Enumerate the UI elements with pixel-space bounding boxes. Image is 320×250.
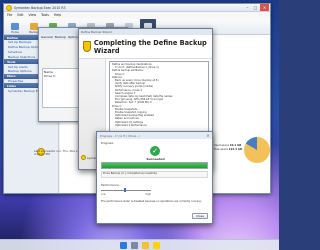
- tab-general[interactable]: General: [41, 35, 53, 39]
- progress-message: Drive Backup (C:) completed successfully…: [101, 171, 208, 178]
- menu-edit[interactable]: Edit: [17, 13, 23, 17]
- wizard-heading: Completing the Define Backup Wizard: [93, 38, 207, 55]
- title-bar: Symantec Backup Exec 2010 R3 – □ ×: [4, 4, 270, 12]
- taskbar: [0, 239, 279, 250]
- progress-status: Succeeded: [146, 157, 165, 161]
- progress-close-icon[interactable]: ×: [205, 133, 211, 138]
- progress-title-bar: Progress - C:\ to E:\ (Drive...) ×: [97, 132, 212, 139]
- space-legend: Used space 40.1 GB Free space 193.3 GB: [214, 144, 242, 151]
- start-icon[interactable]: [119, 241, 127, 249]
- progress-bar-fill: [102, 163, 207, 168]
- performance-slider[interactable]: Low High: [101, 188, 151, 196]
- search-icon[interactable]: [130, 241, 138, 249]
- symantec-logo-icon: [81, 155, 86, 160]
- progress-bar: [101, 162, 208, 169]
- minimize-icon[interactable]: –: [244, 4, 251, 11]
- menu-view[interactable]: View: [29, 13, 37, 17]
- menu-help[interactable]: Help: [54, 13, 61, 17]
- performance-label: Performance:: [101, 183, 120, 187]
- file-explorer-icon[interactable]: [141, 241, 149, 249]
- wizard-emblem-icon: [83, 41, 91, 52]
- backup-exec-taskbar-icon[interactable]: [152, 241, 160, 249]
- toolbar-home[interactable]: Home: [7, 19, 23, 34]
- success-check-icon: ✓: [150, 146, 160, 156]
- wizard-header: Completing the Define Backup Wizard: [79, 35, 212, 59]
- progress-window-title: Progress - C:\ to E:\ (Drive...): [100, 133, 140, 138]
- disk-usage-pie: [244, 137, 270, 163]
- backup-icon: [30, 23, 38, 30]
- perf-high-label: High: [145, 193, 152, 196]
- perf-low-label: Low: [101, 193, 106, 196]
- app-icon: [6, 5, 12, 11]
- maximize-icon[interactable]: □: [252, 4, 259, 11]
- close-button[interactable]: Close: [192, 213, 208, 219]
- slider-track: [101, 189, 151, 191]
- performance-note: The performance slider is disabled becau…: [101, 200, 202, 203]
- menu-file[interactable]: File: [7, 13, 12, 17]
- progress-dialog: Progress - C:\ to E:\ (Drive...) × Progr…: [96, 131, 213, 224]
- close-icon[interactable]: ×: [260, 4, 269, 11]
- home-icon: [11, 23, 19, 30]
- slider-thumb[interactable]: [124, 188, 126, 192]
- window-controls: – □ ×: [244, 4, 269, 11]
- tab-backup[interactable]: Backup: [55, 35, 66, 39]
- menu-tools[interactable]: Tools: [41, 13, 49, 17]
- progress-label: Progress:: [101, 141, 114, 145]
- app-title: Symantec Backup Exec 2010 R3: [14, 5, 66, 10]
